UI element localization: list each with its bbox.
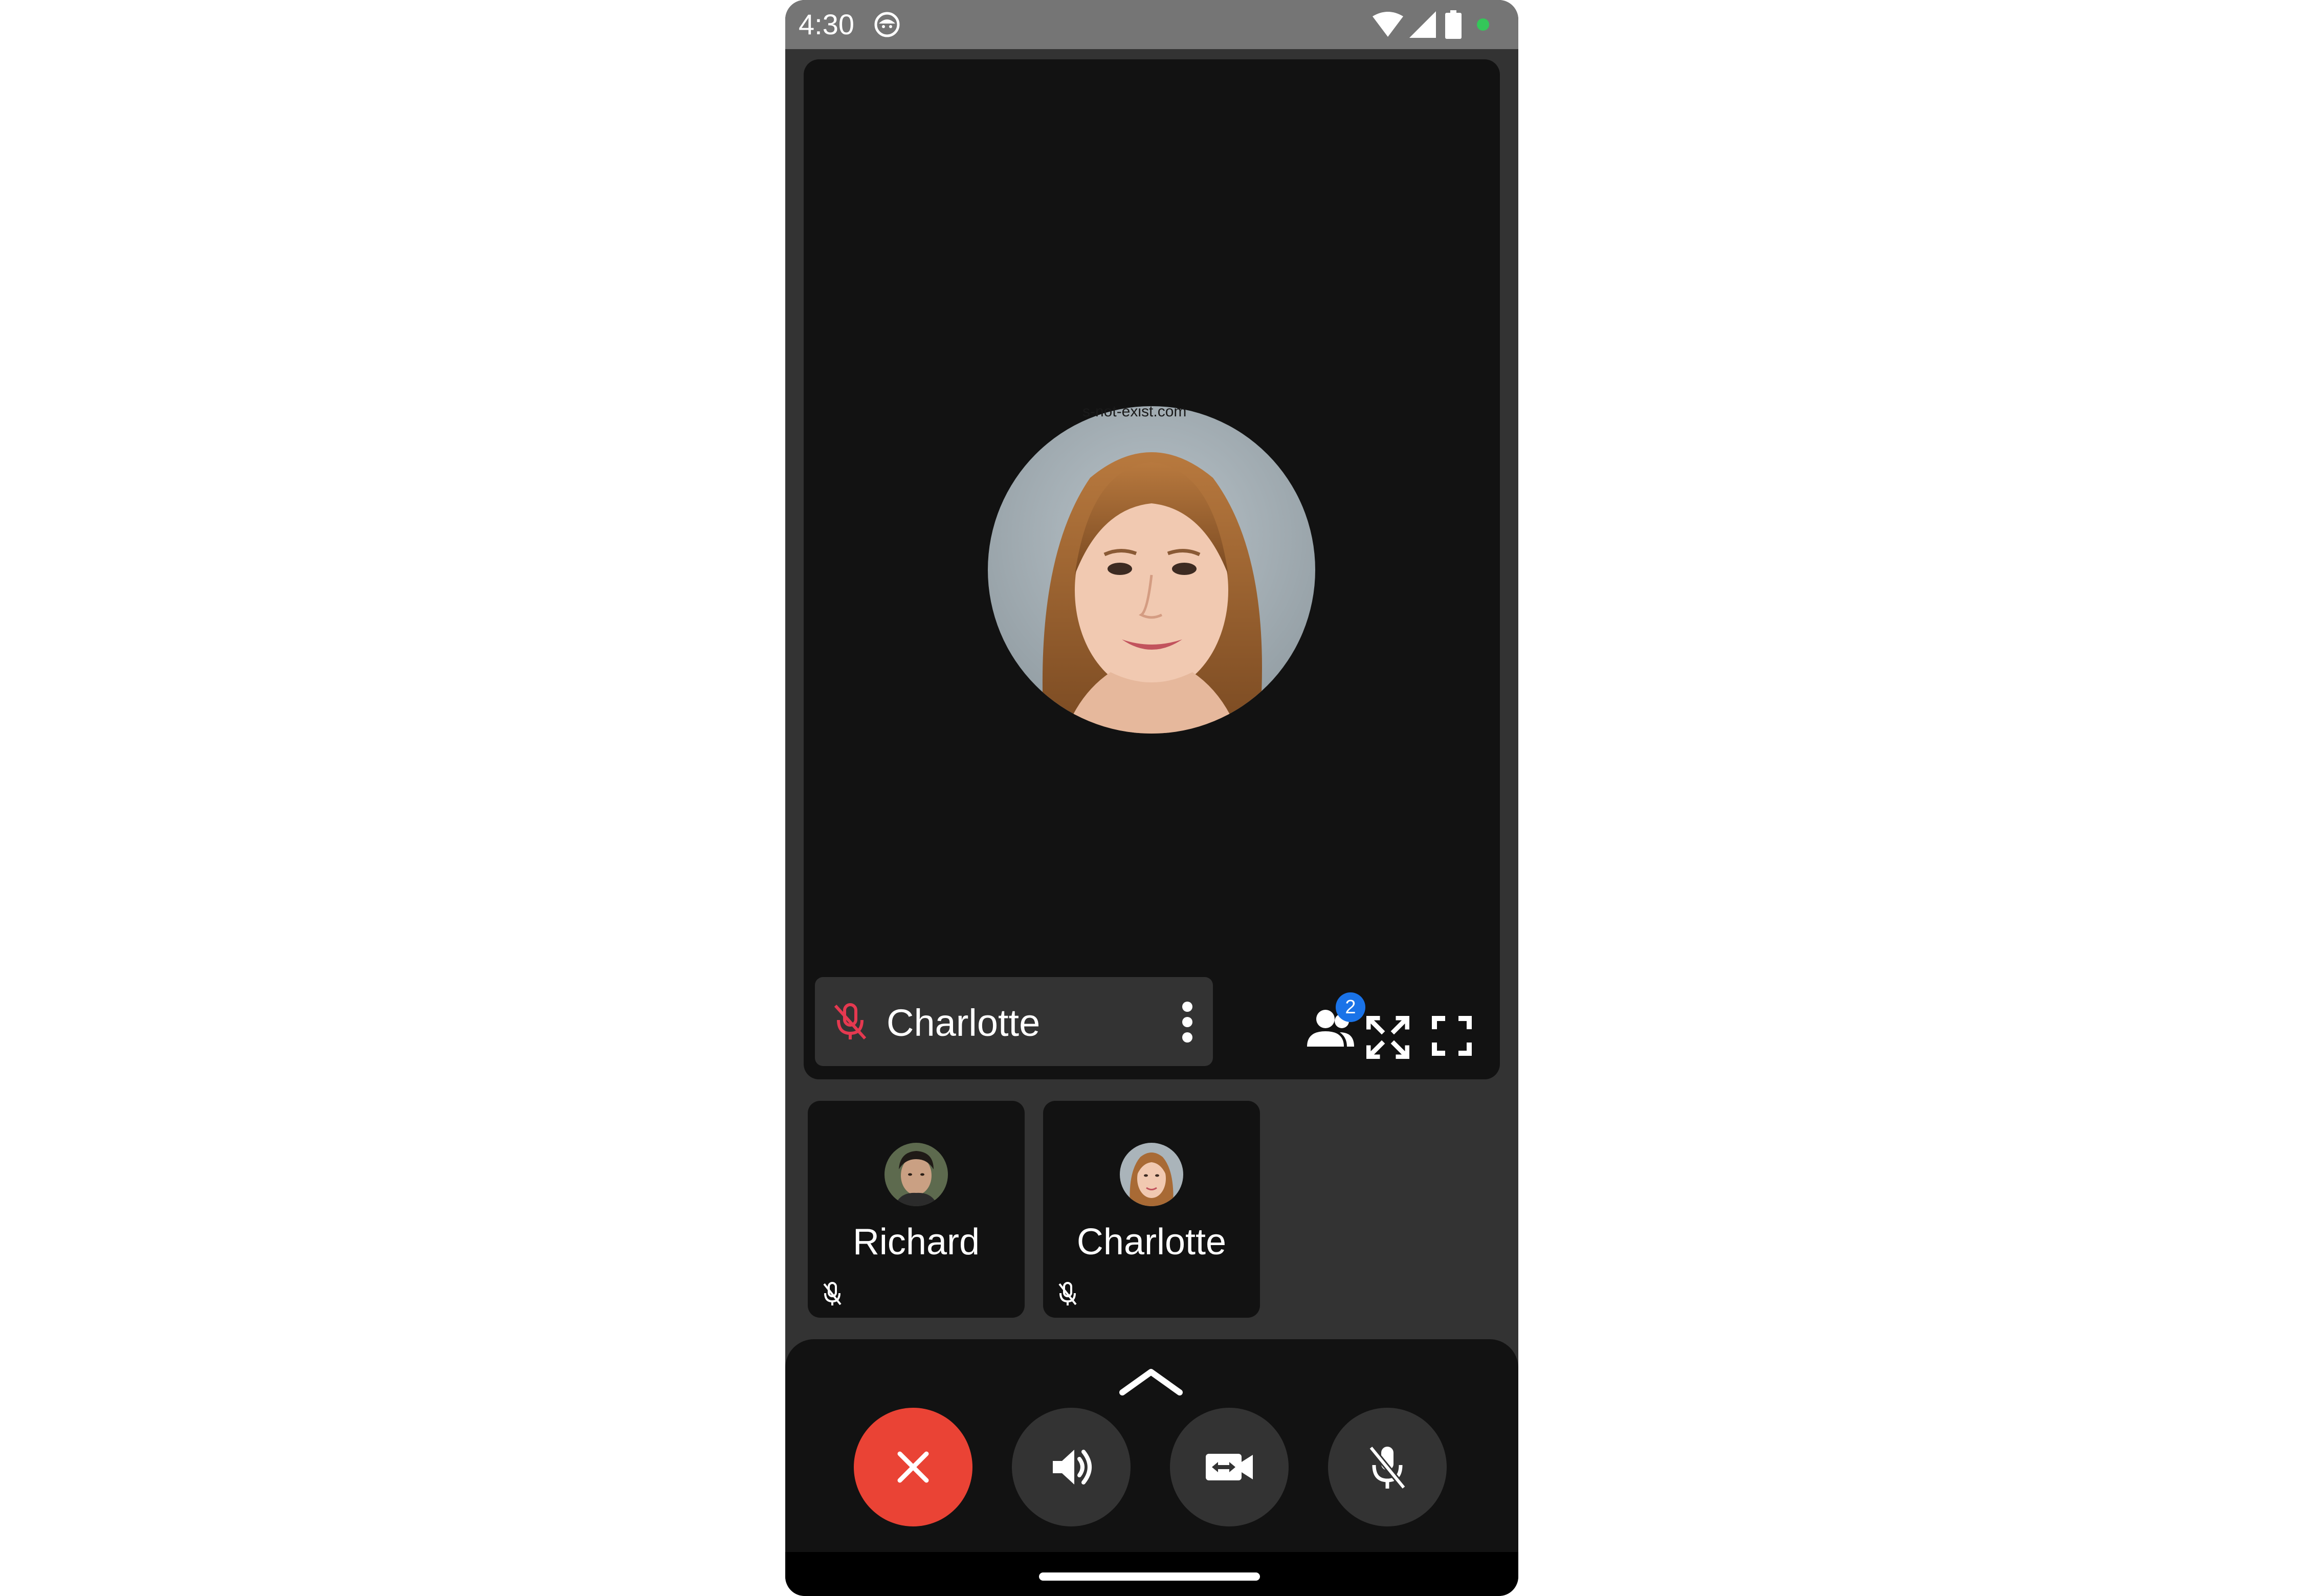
home-handle[interactable]: [1039, 1572, 1260, 1581]
thumb-name-richard: Richard: [852, 1222, 980, 1262]
close-icon: [897, 1451, 929, 1483]
battery-icon: [1445, 10, 1462, 39]
dot-indicator: [1477, 18, 1489, 31]
chevron-up-icon[interactable]: [1119, 1365, 1183, 1396]
status-time: 4:30: [799, 8, 854, 40]
speaker-icon: [1053, 1450, 1092, 1484]
participants-count-badge: 2: [1336, 992, 1365, 1022]
main-participant-avatar: [988, 406, 1315, 734]
main-participant-name: Charlotte: [887, 1002, 1041, 1044]
mic-off-icon: [834, 1003, 867, 1040]
wifi-icon: [1373, 12, 1403, 37]
avatar-watermark: s-not-exist.com: [1082, 403, 1187, 420]
more-options-icon[interactable]: [1177, 1001, 1198, 1044]
mute-mic-button[interactable]: [1328, 1408, 1447, 1526]
participant-thumb-charlotte[interactable]: Charlotte: [1043, 1101, 1260, 1318]
charlotte-avatar: [1120, 1143, 1183, 1206]
call-controls-sheet: [785, 1339, 1518, 1552]
thumb-name-charlotte: Charlotte: [1076, 1222, 1227, 1262]
end-call-button[interactable]: [854, 1408, 972, 1526]
speaker-button[interactable]: [1012, 1408, 1131, 1526]
fullscreen-icon[interactable]: [1432, 1016, 1472, 1056]
phone-frame: 4:30 s-not-exist.com Charlotte 2 Richard…: [785, 0, 1518, 1596]
main-participant-chip: Charlotte: [815, 977, 1213, 1066]
android-face-icon: [874, 12, 900, 37]
mic-off-icon: [1368, 1446, 1406, 1490]
collapse-expand-icon[interactable]: [1366, 1016, 1409, 1059]
main-video-tile[interactable]: s-not-exist.com Charlotte 2: [804, 59, 1500, 1079]
participant-thumb-richard[interactable]: Richard: [808, 1101, 1025, 1318]
mic-off-icon: [823, 1282, 842, 1305]
switch-camera-icon: [1206, 1454, 1253, 1480]
switch-camera-button[interactable]: [1170, 1408, 1289, 1526]
navigation-bar: [785, 1552, 1518, 1596]
signal-icon: [1409, 11, 1436, 38]
mic-off-icon: [1058, 1282, 1077, 1305]
richard-avatar: [884, 1143, 948, 1206]
status-bar: 4:30: [785, 0, 1518, 49]
